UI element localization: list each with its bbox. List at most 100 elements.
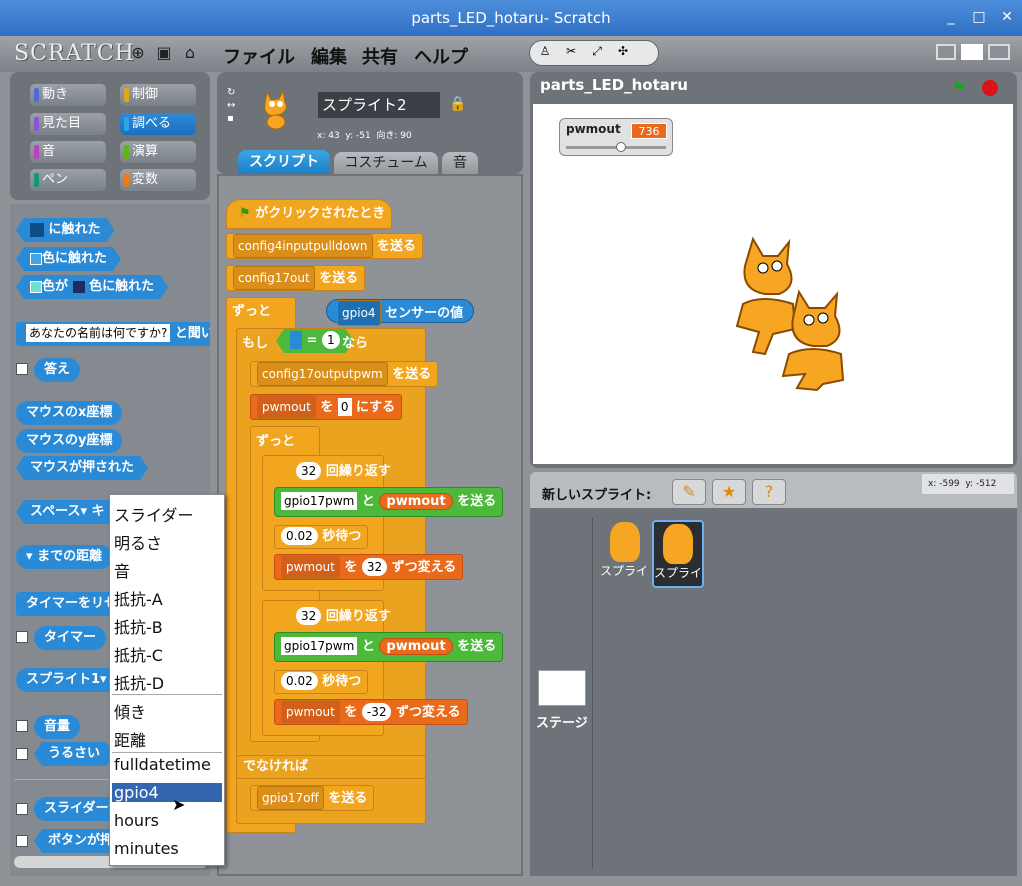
shrink-icon[interactable]: ✣ bbox=[612, 44, 634, 62]
paint-sprite-icon[interactable]: ✎ bbox=[672, 479, 706, 505]
menu-file[interactable]: ファイル bbox=[223, 43, 295, 69]
category-sound[interactable]: 音 bbox=[30, 141, 106, 163]
category-motion[interactable]: 動き bbox=[30, 84, 106, 106]
button-checkbox[interactable] bbox=[16, 835, 28, 847]
sensor-dropdown-menu: スライダー 明るさ 音 抵抗-A 抵抗-B 抵抗-C 抵抗-D 傾き 距離 fu… bbox=[109, 494, 225, 866]
block-send-config17out[interactable]: config17out を送る bbox=[226, 265, 366, 291]
menu-edit[interactable]: 編集 bbox=[311, 43, 347, 69]
block-change-pwmout-inc[interactable]: pwmout を 32 ずつ変える bbox=[274, 554, 464, 580]
menu-item-gpio4[interactable]: gpio4 bbox=[112, 783, 222, 802]
tab-costumes[interactable]: コスチューム bbox=[334, 152, 438, 174]
small-stage-icon[interactable] bbox=[936, 44, 956, 60]
block-ask[interactable]: あなたの名前は何ですか? と聞い bbox=[16, 322, 210, 346]
maximize-button[interactable]: □ bbox=[970, 8, 988, 26]
sprite-library: スプライト1 スプライト2 ステージ bbox=[530, 508, 1017, 876]
block-send-config17pwm[interactable]: config17outputpwm を送る bbox=[250, 361, 439, 387]
tab-sounds[interactable]: 音 bbox=[442, 152, 478, 174]
menu-item-resistance-a[interactable]: 抵抗-A bbox=[114, 586, 163, 610]
minimize-button[interactable]: _ bbox=[942, 8, 960, 26]
category-operators[interactable]: 演算 bbox=[120, 141, 196, 163]
menu-item-hours[interactable]: hours bbox=[114, 811, 159, 830]
tab-scripts[interactable]: スクリプト bbox=[238, 150, 330, 174]
block-set-pwmout[interactable]: pwmout を 0 にする bbox=[250, 394, 403, 420]
block-loud[interactable]: うるさい bbox=[34, 742, 114, 766]
stage[interactable]: pwmout 736 bbox=[533, 104, 1013, 464]
stop-button[interactable] bbox=[982, 80, 998, 96]
menu-share[interactable]: 共有 bbox=[362, 43, 398, 69]
menu-separator bbox=[112, 752, 222, 753]
category-pen[interactable]: ペン bbox=[30, 169, 106, 191]
timer-checkbox[interactable] bbox=[16, 631, 28, 643]
save-icon[interactable]: ▣ bbox=[154, 43, 174, 63]
sprite-thumb-1[interactable]: スプライト1 bbox=[600, 522, 650, 588]
monitor-slider-knob[interactable] bbox=[616, 142, 626, 152]
block-send-config4[interactable]: config4inputpulldown を送る bbox=[226, 233, 424, 259]
variable-monitor[interactable]: pwmout 736 bbox=[559, 118, 673, 156]
block-send-gpio17pwm-1[interactable]: gpio17pwm と pwmout を送る bbox=[274, 487, 504, 517]
sprite-thumb-1-label: スプライト1 bbox=[600, 564, 650, 578]
loud-checkbox[interactable] bbox=[16, 748, 28, 760]
cat-thumbnail-icon bbox=[610, 522, 640, 562]
menu-item-tilt[interactable]: 傾き bbox=[114, 699, 146, 723]
block-green-flag-hat[interactable]: ⚑ がクリックされたとき bbox=[226, 199, 393, 229]
else-label: でなければ bbox=[236, 755, 426, 779]
menu-item-fulldatetime[interactable]: fulldatetime bbox=[114, 755, 211, 774]
block-timer[interactable]: タイマー bbox=[34, 626, 107, 650]
block-change-pwmout-dec[interactable]: pwmout を -32 ずつ変える bbox=[274, 699, 468, 725]
block-sensor-value[interactable]: gpio4 センサーの値 bbox=[326, 299, 475, 326]
stamp-icon[interactable]: ♙ bbox=[534, 44, 556, 62]
choose-sprite-icon[interactable]: ★ bbox=[712, 479, 746, 505]
presentation-icon[interactable] bbox=[988, 44, 1010, 60]
block-mouse-y[interactable]: マウスのy座標 bbox=[16, 429, 123, 453]
edit-tools: ♙ ✂ ⤢ ✣ bbox=[529, 40, 659, 66]
block-mouse-x[interactable]: マウスのx座標 bbox=[16, 401, 123, 425]
block-loudness[interactable]: 音量 bbox=[34, 715, 81, 739]
scissors-icon[interactable]: ✂ bbox=[560, 44, 582, 62]
block-touching[interactable]: に触れた bbox=[16, 218, 115, 242]
sprite-thumb-2[interactable]: スプライト2 bbox=[652, 520, 704, 588]
menu-item-minutes[interactable]: minutes bbox=[114, 839, 179, 858]
forever-inner-label: ずっと bbox=[256, 434, 296, 449]
random-sprite-icon[interactable]: ? bbox=[752, 479, 786, 505]
project-title: parts_LED_hotaru bbox=[540, 76, 688, 94]
category-looks[interactable]: 見た目 bbox=[30, 113, 106, 135]
rotation-style-icons[interactable]: ↻ ↔ ▪ bbox=[227, 86, 239, 126]
category-control[interactable]: 制御 bbox=[120, 84, 196, 106]
menu-help[interactable]: ヘルプ bbox=[414, 43, 468, 69]
slider-checkbox[interactable] bbox=[16, 803, 28, 815]
block-mouse-down[interactable]: マウスが押された bbox=[16, 456, 148, 480]
menu-item-resistance-d[interactable]: 抵抗-D bbox=[114, 670, 164, 694]
block-wait-1[interactable]: 0.02 秒待つ bbox=[274, 525, 369, 549]
globe-icon[interactable]: ⊕ bbox=[128, 43, 148, 63]
block-touching-color[interactable]: 色に触れた bbox=[16, 247, 121, 271]
block-sprite-attr[interactable]: スプライト1▾ bbox=[16, 668, 117, 692]
answer-checkbox[interactable] bbox=[16, 363, 28, 375]
sprite-position: x: 43 y: -51 向き: 90 bbox=[317, 131, 412, 141]
loudness-checkbox[interactable] bbox=[16, 720, 28, 732]
block-send-gpio17off[interactable]: gpio17off を送る bbox=[250, 785, 375, 811]
menu-item-light[interactable]: 明るさ bbox=[114, 530, 162, 554]
menu-item-resistance-b[interactable]: 抵抗-B bbox=[114, 614, 163, 638]
menu-item-slider[interactable]: スライダー bbox=[114, 502, 193, 526]
menu-item-resistance-c[interactable]: 抵抗-C bbox=[114, 642, 163, 666]
window-titlebar: parts_LED_hotaru- Scratch _ □ ✕ bbox=[0, 0, 1022, 36]
block-send-gpio17pwm-2[interactable]: gpio17pwm と pwmout を送る bbox=[274, 632, 504, 662]
category-sensing[interactable]: 調べる bbox=[120, 113, 196, 135]
menu-item-distance[interactable]: 距離 bbox=[114, 727, 146, 751]
lock-icon[interactable]: 🔒 bbox=[449, 96, 466, 112]
sprite-name-field[interactable]: スプライト2 bbox=[318, 92, 440, 118]
menu-item-sound[interactable]: 音 bbox=[114, 558, 130, 582]
share-icon[interactable]: ⌂ bbox=[180, 43, 200, 63]
block-wait-2[interactable]: 0.02 秒待つ bbox=[274, 670, 369, 694]
block-answer[interactable]: 答え bbox=[34, 358, 81, 382]
grow-icon[interactable]: ⤢ bbox=[586, 44, 608, 62]
block-color-touching[interactable]: 色が 色に触れた bbox=[16, 275, 168, 299]
block-key-pressed[interactable]: スペース▾ キ bbox=[16, 500, 119, 524]
close-button[interactable]: ✕ bbox=[998, 8, 1016, 26]
category-variables[interactable]: 変数 bbox=[120, 169, 196, 191]
block-distance[interactable]: ▾ までの距離 bbox=[16, 545, 113, 569]
stage-panel: parts_LED_hotaru ⚑ pwmout 736 bbox=[530, 72, 1017, 468]
stage-thumbnail[interactable] bbox=[538, 670, 586, 706]
normal-stage-icon[interactable] bbox=[961, 44, 983, 60]
green-flag-button[interactable]: ⚑ bbox=[952, 78, 966, 97]
